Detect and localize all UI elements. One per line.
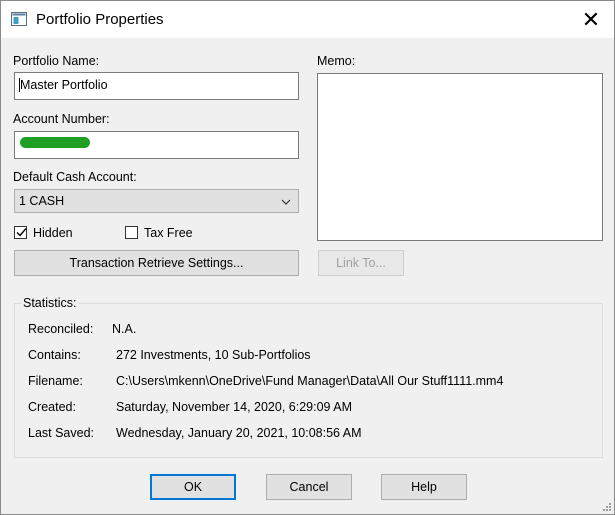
redaction-mark bbox=[20, 137, 90, 148]
hidden-checkbox[interactable] bbox=[14, 226, 27, 239]
cancel-label: Cancel bbox=[289, 480, 329, 494]
tax-free-checkbox[interactable] bbox=[125, 226, 138, 239]
memo-label: Memo: bbox=[317, 54, 356, 68]
stat-label-filename: Filename: bbox=[28, 374, 83, 388]
stat-value-created: Saturday, November 14, 2020, 6:29:09 AM bbox=[116, 400, 353, 414]
account-number-input[interactable] bbox=[14, 131, 299, 159]
portfolio-name-value: Master Portfolio bbox=[20, 78, 108, 92]
default-cash-label: Default Cash Account: bbox=[13, 170, 137, 184]
transaction-retrieve-settings-button[interactable]: Transaction Retrieve Settings... bbox=[14, 250, 299, 276]
account-number-label: Account Number: bbox=[13, 112, 110, 126]
ok-label: OK bbox=[183, 480, 203, 494]
portfolio-name-input[interactable]: Master Portfolio bbox=[14, 72, 299, 100]
transaction-retrieve-settings-label: Transaction Retrieve Settings... bbox=[69, 256, 244, 270]
stat-value-reconciled: N.A. bbox=[112, 322, 137, 336]
stat-label-created: Created: bbox=[28, 400, 76, 414]
stat-value-contains: 272 Investments, 10 Sub-Portfolios bbox=[116, 348, 311, 362]
stat-label-last-saved: Last Saved: bbox=[28, 426, 95, 440]
tax-free-label: Tax Free bbox=[144, 226, 193, 240]
memo-textarea[interactable] bbox=[317, 73, 603, 241]
window-icon bbox=[11, 12, 27, 26]
portfolio-name-label: Portfolio Name: bbox=[13, 54, 100, 68]
stat-value-filename: C:\Users\mkenn\OneDrive\Fund Manager\Dat… bbox=[116, 374, 504, 388]
ok-button[interactable]: OK bbox=[150, 474, 236, 500]
close-button[interactable]: ✕ bbox=[568, 1, 614, 38]
statistics-title: Statistics: bbox=[21, 296, 79, 310]
default-cash-value: 1 CASH bbox=[19, 194, 65, 208]
link-to-button[interactable]: Link To... bbox=[318, 250, 404, 276]
stat-value-last-saved: Wednesday, January 20, 2021, 10:08:56 AM bbox=[116, 426, 362, 440]
help-label: Help bbox=[411, 480, 437, 494]
help-button[interactable]: Help bbox=[381, 474, 467, 500]
link-to-label: Link To... bbox=[336, 256, 386, 270]
close-icon: ✕ bbox=[581, 6, 601, 32]
title-bar: Portfolio Properties ✕ bbox=[1, 1, 614, 38]
chevron-down-icon bbox=[281, 196, 291, 206]
default-cash-select[interactable]: 1 CASH bbox=[14, 189, 299, 213]
window-title: Portfolio Properties bbox=[36, 11, 164, 28]
cancel-button[interactable]: Cancel bbox=[266, 474, 352, 500]
portfolio-properties-dialog: Portfolio Properties ✕ Portfolio Name: M… bbox=[0, 0, 615, 515]
stat-label-contains: Contains: bbox=[28, 348, 81, 362]
stat-label-reconciled: Reconciled: bbox=[28, 322, 94, 336]
resize-grip-icon[interactable] bbox=[600, 500, 612, 512]
hidden-label: Hidden bbox=[33, 226, 73, 240]
checkmark-icon bbox=[16, 228, 27, 237]
